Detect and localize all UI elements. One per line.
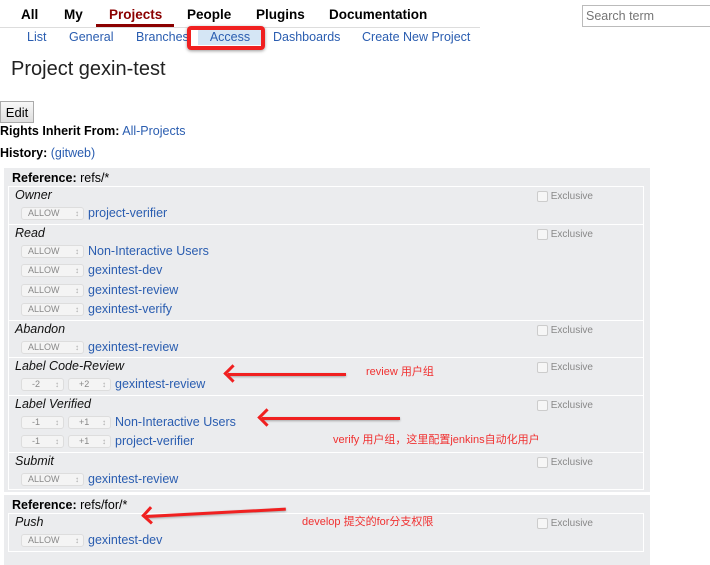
group-link[interactable]: project-verifier <box>115 432 194 452</box>
annotation-develop: develop 提交的for分支权限 <box>302 516 434 528</box>
reference-name: refs/for/* <box>80 498 128 512</box>
max-select[interactable]: +1 <box>68 415 111 429</box>
rule-row: ALLOW gexintest-review <box>15 470 643 490</box>
exclusive-checkbox[interactable]: Exclusive <box>536 399 593 411</box>
exclusive-label: Exclusive <box>550 518 593 529</box>
rule-row: ALLOW gexintest-verify <box>15 300 643 320</box>
rule-row: -1 +1 Non-Interactive Users <box>15 413 643 433</box>
exclusive-label: Exclusive <box>550 456 593 468</box>
group-link[interactable]: gexintest-review <box>88 470 178 490</box>
search-input[interactable] <box>582 5 710 27</box>
checkbox[interactable] <box>536 518 548 529</box>
rule-row: ALLOW gexintest-dev <box>15 261 643 281</box>
rule-row: ALLOW project-verifier <box>15 204 643 224</box>
action-select[interactable]: ALLOW <box>21 207 84 221</box>
action-select[interactable]: ALLOW <box>21 244 84 258</box>
rule-row: ALLOW gexintest-review <box>15 338 643 358</box>
arrow-annotation <box>228 373 346 376</box>
exclusive-checkbox[interactable]: Exclusive <box>536 456 593 468</box>
reference-header: Reference: refs/for/* <box>8 497 644 514</box>
rule-row: -1 +1 project-verifier <box>15 432 643 452</box>
page-title: Project gexin-test <box>11 58 166 80</box>
exclusive-checkbox[interactable]: Exclusive <box>536 191 593 202</box>
reference-name: refs/* <box>80 171 110 185</box>
max-select[interactable]: +2 <box>68 378 111 392</box>
history: History: (gitweb) <box>0 146 95 160</box>
action-select[interactable]: ALLOW <box>21 472 84 486</box>
group-link[interactable]: Non-Interactive Users <box>88 242 209 262</box>
group-link[interactable]: gexintest-review <box>88 281 178 301</box>
inherit-link[interactable]: All-Projects <box>122 124 185 138</box>
permission-row: Read ExclusiveALLOWNon-Interactive Users… <box>8 223 644 321</box>
action-select[interactable]: ALLOW <box>21 283 84 297</box>
exclusive-label: Exclusive <box>550 228 593 240</box>
checkbox[interactable] <box>536 399 548 411</box>
rights-inherit: Rights Inherit From: All-Projects <box>0 124 185 138</box>
reference-label: Reference: <box>12 498 77 512</box>
checkbox[interactable] <box>536 456 548 468</box>
rule-row: ALLOW Non-Interactive Users <box>15 242 643 262</box>
arrow-annotation <box>262 417 400 420</box>
subtab-list[interactable]: List <box>27 30 46 44</box>
tab-documentation[interactable]: Documentation <box>329 7 427 22</box>
exclusive-label: Exclusive <box>550 362 593 373</box>
min-select[interactable]: -1 <box>21 435 64 449</box>
checkbox[interactable] <box>536 324 548 336</box>
exclusive-checkbox[interactable]: Exclusive <box>536 518 593 529</box>
exclusive-label: Exclusive <box>550 324 593 336</box>
rule-row: -2 +2 gexintest-review <box>15 375 643 395</box>
active-tab-underline <box>96 24 174 27</box>
permission-row: Owner ExclusiveALLOWproject-verifier <box>8 186 644 225</box>
permission-row: Label Code-Review Exclusive-2+2gexintest… <box>8 357 644 396</box>
tab-my[interactable]: My <box>64 7 83 22</box>
group-link[interactable]: gexintest-verify <box>88 300 172 320</box>
subtab-general[interactable]: General <box>69 30 113 44</box>
permission-row: Label Verified Exclusive-1+1Non-Interact… <box>8 394 644 453</box>
reference-section: Reference: refs/for/* Push Exclusive ALLOW… <box>4 495 650 565</box>
exclusive-checkbox[interactable]: Exclusive <box>536 324 593 336</box>
reference-header: Reference: refs/* <box>8 170 644 187</box>
annotation-review: review 用户组 <box>366 366 434 378</box>
gitweb-link[interactable]: (gitweb) <box>51 146 95 160</box>
rule-row: ALLOW gexintest-review <box>15 281 643 301</box>
action-select[interactable]: ALLOW <box>21 534 84 548</box>
highlight-box <box>187 26 265 50</box>
permission-row: Submit ExclusiveALLOWgexintest-review <box>8 451 644 490</box>
exclusive-checkbox[interactable]: Exclusive <box>536 362 593 373</box>
checkbox[interactable] <box>536 191 548 202</box>
history-label: History: <box>0 146 48 160</box>
rule-row: ALLOW gexintest-dev <box>15 531 643 551</box>
group-link[interactable]: gexintest-review <box>115 375 205 395</box>
permission-row: Abandon ExclusiveALLOWgexintest-review <box>8 319 644 358</box>
group-link[interactable]: gexintest-review <box>88 338 178 358</box>
edit-button[interactable]: Edit <box>0 101 34 123</box>
reference-section: Reference: refs/*Owner ExclusiveALLOWpro… <box>4 168 650 492</box>
tab-projects[interactable]: Projects <box>109 7 162 22</box>
subtab-branches[interactable]: Branches <box>136 30 189 44</box>
subtab-create-new-project[interactable]: Create New Project <box>362 30 470 44</box>
subtab-dashboards[interactable]: Dashboards <box>273 30 340 44</box>
action-select[interactable]: ALLOW <box>21 340 84 354</box>
reference-label: Reference: <box>12 171 77 185</box>
checkbox[interactable] <box>536 228 548 240</box>
action-select[interactable]: ALLOW <box>21 264 84 278</box>
group-link[interactable]: project-verifier <box>88 204 167 224</box>
group-link[interactable]: Non-Interactive Users <box>115 413 236 433</box>
exclusive-label: Exclusive <box>550 399 593 411</box>
tab-people[interactable]: People <box>187 7 231 22</box>
exclusive-label: Exclusive <box>550 191 593 202</box>
min-select[interactable]: -1 <box>21 415 64 429</box>
group-link[interactable]: gexintest-dev <box>88 261 162 281</box>
tab-all[interactable]: All <box>21 7 38 22</box>
checkbox[interactable] <box>536 362 548 373</box>
action-select[interactable]: ALLOW <box>21 303 84 317</box>
min-select[interactable]: -2 <box>21 378 64 392</box>
tab-plugins[interactable]: Plugins <box>256 7 305 22</box>
inherit-label: Rights Inherit From: <box>0 124 120 138</box>
group-link[interactable]: gexintest-dev <box>88 531 162 551</box>
max-select[interactable]: +1 <box>68 435 111 449</box>
exclusive-checkbox[interactable]: Exclusive <box>536 228 593 240</box>
annotation-verify: verify 用户组，这里配置jenkins自动化用户 <box>333 434 540 446</box>
